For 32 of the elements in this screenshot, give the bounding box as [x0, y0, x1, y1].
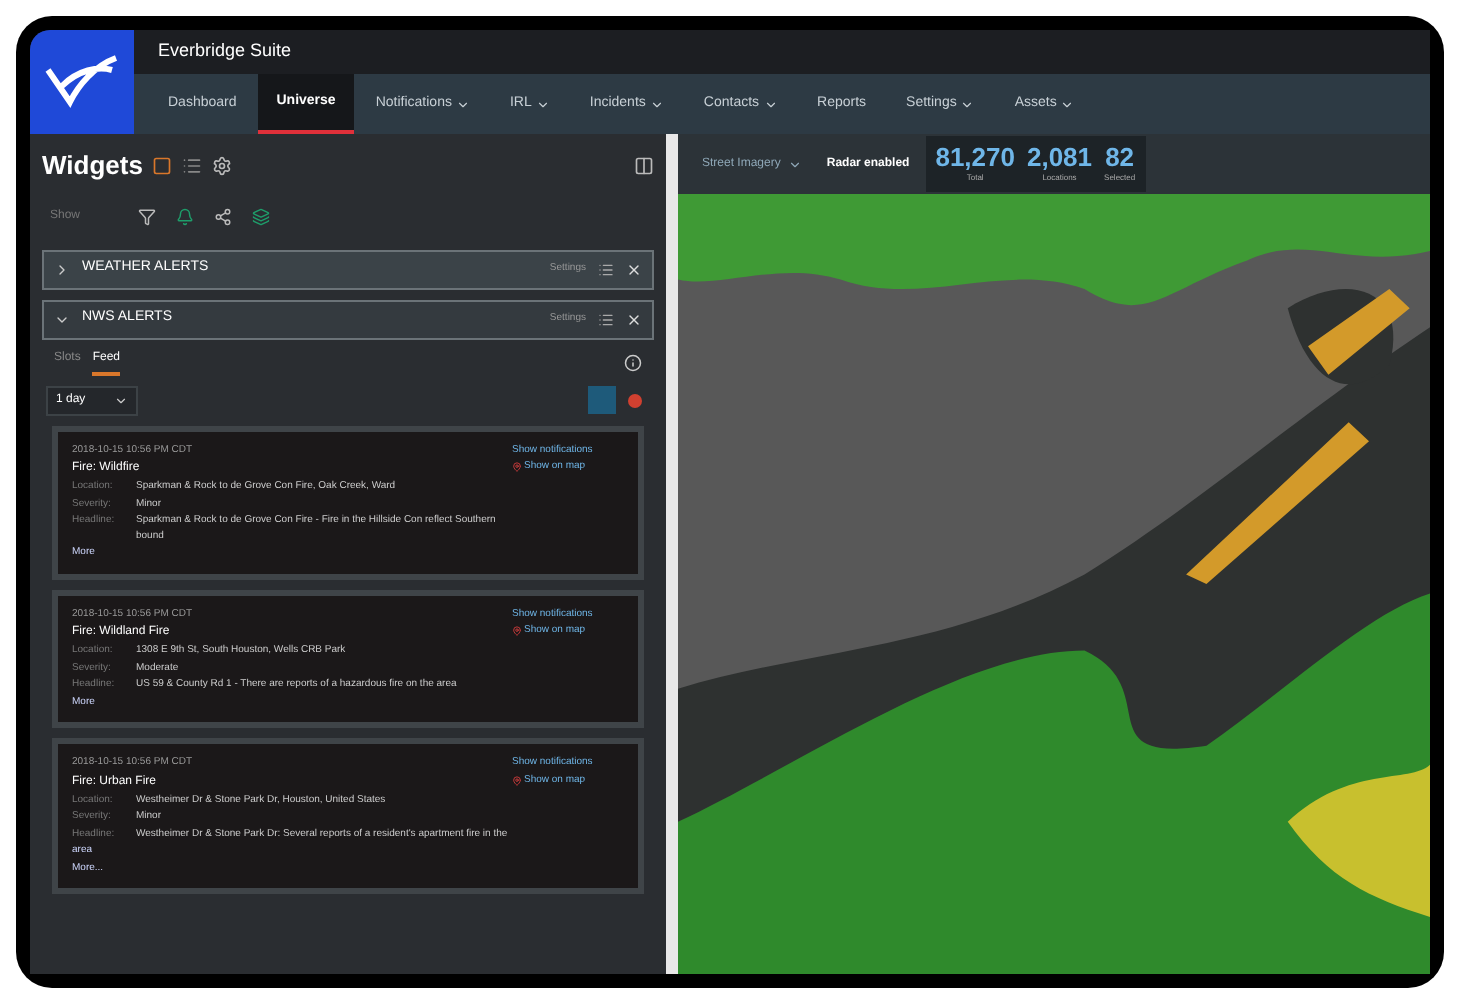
caret-icon — [960, 97, 975, 111]
list-icon[interactable] — [598, 311, 614, 327]
logo-icon — [42, 50, 122, 114]
caret-icon — [763, 97, 778, 111]
caret-icon — [1060, 97, 1075, 111]
bell-icon[interactable] — [176, 208, 194, 226]
stat-value: 81,270 — [935, 144, 1015, 172]
pin-icon — [512, 626, 522, 637]
stat-value: 82 — [1105, 144, 1135, 172]
pin-icon — [512, 462, 522, 473]
share-icon[interactable] — [214, 208, 232, 226]
close-icon[interactable] — [626, 311, 642, 327]
caret-icon — [455, 97, 470, 111]
panel-title: Widgets — [42, 148, 143, 184]
close-icon[interactable] — [626, 261, 642, 277]
list-icon[interactable] — [598, 261, 614, 277]
app-title: Everbridge Suite — [158, 38, 292, 65]
caret-icon — [535, 97, 550, 111]
caret-icon — [114, 393, 128, 407]
logo[interactable] — [30, 30, 134, 134]
widget-icon[interactable] — [152, 155, 173, 176]
expand-icon — [54, 261, 70, 277]
pin-icon — [512, 775, 522, 786]
layers-icon[interactable] — [252, 208, 270, 226]
list-icon[interactable] — [182, 155, 203, 176]
info-icon[interactable] — [624, 353, 642, 371]
settings-icon[interactable] — [212, 155, 233, 176]
layout-icon[interactable] — [634, 155, 654, 176]
caret-icon — [649, 97, 664, 111]
filter-icon[interactable] — [138, 208, 156, 226]
stat-value: 2,081 — [1026, 144, 1093, 172]
caret-icon — [788, 157, 803, 171]
